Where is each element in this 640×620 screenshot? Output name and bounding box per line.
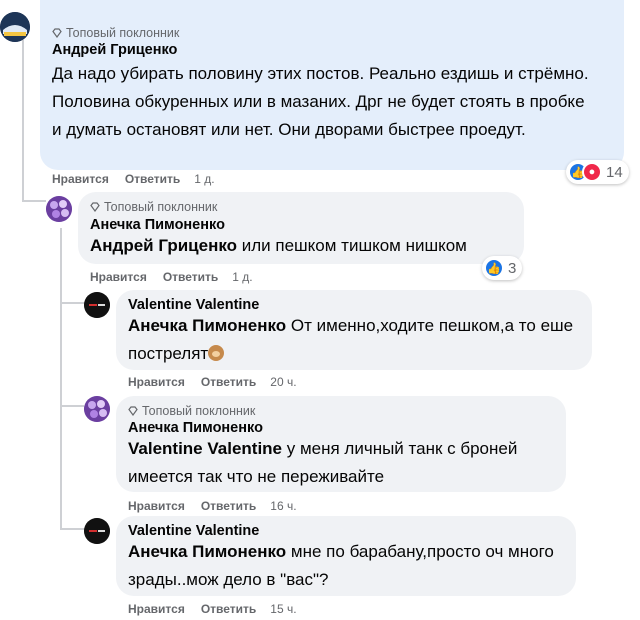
- comment-body: или пешком тишком нишком: [237, 236, 467, 255]
- comment-author[interactable]: Valentine Valentine: [128, 297, 259, 313]
- comment-bubble-5: Valentine Valentine Анечка Пимоненко мне…: [116, 516, 576, 596]
- logo-icon: [0, 12, 30, 42]
- thread-line-curve-1: [22, 200, 46, 202]
- reply-button[interactable]: Ответить: [125, 172, 180, 186]
- comment-time[interactable]: 1 д.: [232, 270, 252, 284]
- reply-button[interactable]: Ответить: [201, 602, 256, 616]
- reactions-summary-1[interactable]: 👍 ● 14: [566, 160, 629, 184]
- avatar-group-logo[interactable]: [0, 12, 30, 42]
- thread-line-curve-2: [60, 302, 84, 304]
- reaction-count: 3: [508, 259, 517, 277]
- like-button[interactable]: Нравится: [128, 602, 185, 616]
- badge-label: Топовый поклонник: [66, 26, 180, 40]
- avatar-valentine[interactable]: [84, 292, 110, 318]
- like-icon: 👍: [484, 258, 504, 278]
- comment-author[interactable]: Андрей Гриценко: [52, 42, 177, 58]
- comment-bubble-1: Топовый поклонник Андрей Гриценко Да над…: [40, 0, 624, 170]
- comment-bubble-4: Топовый поклонник Анечка Пимоненко Valen…: [116, 396, 566, 492]
- reactions-summary-2[interactable]: 👍 3: [482, 256, 523, 280]
- diamond-icon: [128, 406, 138, 416]
- comment-text: Анечка Пимоненко От именно,ходите пешком…: [128, 312, 578, 368]
- thread-line-curve-4: [60, 528, 84, 530]
- comment-actions-2: Нравится Ответить 1 д.: [90, 270, 253, 284]
- reply-button[interactable]: Ответить: [201, 375, 256, 389]
- dark-logo-avatar-icon: [84, 518, 110, 544]
- like-button[interactable]: Нравится: [128, 499, 185, 513]
- mention-link[interactable]: Анечка Пимоненко: [128, 542, 286, 561]
- badge-label: Топовый поклонник: [142, 404, 256, 418]
- comment-text: Valentine Valentine у меня личный танк с…: [128, 435, 548, 491]
- like-button[interactable]: Нравится: [90, 270, 147, 284]
- thread-line-reply: [60, 228, 62, 530]
- reaction-count: 14: [606, 163, 623, 181]
- thread-line-main: [22, 40, 24, 200]
- comment-actions-4: Нравится Ответить 16 ч.: [128, 499, 297, 513]
- monkey-emoji-icon: [208, 345, 225, 361]
- comment-author[interactable]: Анечка Пимоненко: [128, 420, 263, 436]
- reply-button[interactable]: Ответить: [163, 270, 218, 284]
- comment-actions-5: Нравится Ответить 15 ч.: [128, 602, 297, 616]
- comment-actions-1: Нравится Ответить 1 д.: [52, 172, 215, 186]
- mention-link[interactable]: Андрей Гриценко: [90, 236, 237, 255]
- angry-icon: ●: [582, 162, 602, 182]
- comment-time[interactable]: 15 ч.: [270, 602, 296, 616]
- diamond-icon: [52, 28, 62, 38]
- comment-text: Да надо убирать половину этих постов. Ре…: [52, 64, 589, 139]
- avatar-anechka[interactable]: [46, 196, 72, 222]
- top-fan-badge: Топовый поклонник: [52, 26, 179, 40]
- comment-text: Анечка Пимоненко мне по барабану,просто …: [128, 538, 568, 594]
- comment-time[interactable]: 16 ч.: [270, 499, 296, 513]
- like-button[interactable]: Нравится: [128, 375, 185, 389]
- comment-actions-3: Нравится Ответить 20 ч.: [128, 375, 297, 389]
- avatar-anechka[interactable]: [84, 396, 110, 422]
- flower-avatar-icon: [46, 196, 72, 222]
- comment-author[interactable]: Анечка Пимоненко: [90, 217, 225, 233]
- badge-label: Топовый поклонник: [104, 200, 218, 214]
- top-fan-badge: Топовый поклонник: [90, 200, 217, 214]
- comment-text: Андрей Гриценко или пешком тишком нишком: [90, 232, 467, 260]
- avatar-valentine[interactable]: [84, 518, 110, 544]
- mention-link[interactable]: Valentine Valentine: [128, 439, 282, 458]
- diamond-icon: [90, 202, 100, 212]
- comment-bubble-2: Топовый поклонник Анечка Пимоненко Андре…: [78, 192, 524, 264]
- like-button[interactable]: Нравится: [52, 172, 109, 186]
- mention-link[interactable]: Анечка Пимоненко: [128, 316, 286, 335]
- comment-author[interactable]: Valentine Valentine: [128, 523, 259, 539]
- comment-time[interactable]: 1 д.: [194, 172, 214, 186]
- reply-button[interactable]: Ответить: [201, 499, 256, 513]
- top-fan-badge: Топовый поклонник: [128, 404, 255, 418]
- comment-bubble-3: Valentine Valentine Анечка Пимоненко От …: [116, 290, 592, 370]
- dark-logo-avatar-icon: [84, 292, 110, 318]
- flower-avatar-icon: [84, 396, 110, 422]
- comment-time[interactable]: 20 ч.: [270, 375, 296, 389]
- thread-line-curve-3: [60, 405, 84, 407]
